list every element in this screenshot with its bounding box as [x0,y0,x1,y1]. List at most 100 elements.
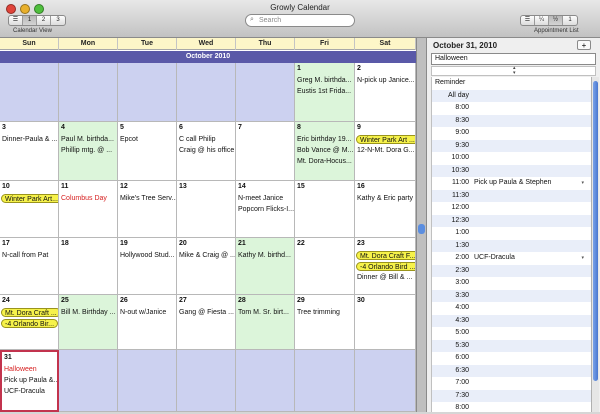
time-slot-row[interactable]: 5:30 [432,339,592,352]
time-slot-row[interactable]: 4:30 [432,314,592,327]
time-slot-row[interactable]: 8:30 [432,114,592,127]
day-cell-10[interactable]: 10 Winter Park Art... [0,181,59,238]
appointment-menu-arrow-icon[interactable]: ▾ [581,252,584,264]
day-cell-15[interactable]: 15 [295,181,355,238]
time-slot-row[interactable]: 1:00 [432,227,592,239]
calendar-event[interactable]: Hollywood Stud... [120,251,174,260]
day-cell-1[interactable]: 1 Greg M. birthda... Eustis 1st Frida... [295,63,355,122]
day-cell-8[interactable]: 8 Eric birthday 19... Bob Vance @ M... Mt. … [295,122,355,181]
multi-day-event[interactable]: Winter Park Art ... [356,135,415,144]
multi-day-event[interactable]: Winter Park Art... [1,194,58,203]
time-slot-row[interactable]: 11:30 [432,189,592,202]
day-cell-7[interactable]: 7 [236,122,295,181]
multi-day-event[interactable]: Mt. Dora Craft F... [356,251,415,260]
day-cell-2[interactable]: 2 N-pick up Janice... [355,63,416,122]
calendar-event[interactable]: Pick up Paula &... [4,376,57,385]
splitter-grip-icon[interactable] [418,224,425,234]
search-field[interactable]: ⌕ Search [245,14,355,27]
calendar-event[interactable]: N-pick up Janice... [357,76,415,85]
timeline-scroll-thumb[interactable] [593,81,598,381]
day-cell-31[interactable]: 31 Halloween Pick up Paula &... UCF-Dracula [0,350,59,412]
day-cell-30[interactable]: 30 [355,295,416,350]
calendar-event[interactable]: Eustis 1st Frida... [297,87,351,96]
detail-stepper-icon[interactable]: ▴ ▾ [513,66,516,76]
timeline-appointment[interactable]: UCF-Dracula [474,252,515,264]
time-slot-row[interactable]: 3:30 [432,289,592,302]
day-cell-4[interactable]: 4 Paul M. birthda... Phillip mtg. @ ... [59,122,118,181]
calendar-event[interactable]: Phillip mtg. @ ... [61,146,112,155]
time-slot-row[interactable]: 12:30 [432,214,592,227]
calendar-event[interactable]: Bob Vance @ M... [297,146,353,155]
calendar-event[interactable]: Bill M. Birthday ... [61,308,115,317]
time-slot-row[interactable]: 2:00 UCF-Dracula ▾ [432,252,592,264]
time-slot-row[interactable]: 10:00 [432,152,592,164]
calendar-event[interactable]: Kathy M. birthd... [238,251,291,260]
day-cell-9[interactable]: 9 Winter Park Art ... 12-N-Mt. Dora G... [355,122,416,181]
day-cell-27[interactable]: 27 Gang @ Fiesta ... [177,295,236,350]
time-slot-row[interactable]: Reminder [432,77,592,89]
time-slot-row[interactable]: 10:30 [432,164,592,177]
multi-day-event[interactable]: -4 Orlando Bir... [1,319,58,328]
calendar-event[interactable]: Tree trimming [297,308,340,317]
time-slot-row[interactable]: 6:00 [432,352,592,364]
time-slot-row[interactable]: 11:00 Pick up Paula & Stephen ▾ [432,177,592,189]
day-cell-19[interactable]: 19 Hollywood Stud... [118,238,177,295]
day-cell-26[interactable]: 26 N-out w/Janice [118,295,177,350]
time-slot-row[interactable]: 1:30 [432,239,592,252]
time-slot-row[interactable]: 7:30 [432,389,592,402]
appt-half-segment[interactable]: ½ [549,16,563,25]
calendar-event[interactable]: 12-N-Mt. Dora G... [357,146,415,155]
calendar-event[interactable]: C call Philip [179,135,216,144]
one-month-view-segment[interactable]: 1 [23,16,37,25]
calendar-event[interactable]: N-out w/Janice [120,308,166,317]
day-cell-28[interactable]: 28 Tom M. Sr. birt... [236,295,295,350]
time-slot-row[interactable]: 2:30 [432,264,592,277]
time-slot-row[interactable]: 8:00 [432,402,592,414]
day-cell-11[interactable]: 11 Columbus Day [59,181,118,238]
appt-full-segment[interactable]: 1 [563,16,577,25]
calendar-event[interactable]: Eric birthday 19... [297,135,351,144]
time-slot-row[interactable]: 8:00 [432,102,592,114]
three-month-view-segment[interactable]: 3 [51,16,65,25]
appt-list-segment[interactable]: ☰ [521,16,535,25]
day-cell-6[interactable]: 6 C call Philip Craig @ his office [177,122,236,181]
calendar-event[interactable]: Tom M. Sr. birt... [238,308,289,317]
calendar-event[interactable]: Halloween [4,365,37,374]
time-slot-row[interactable]: 3:00 [432,277,592,289]
time-slot-row[interactable]: 5:00 [432,327,592,339]
day-cell-21[interactable]: 21 Kathy M. birthd... [236,238,295,295]
calendar-event[interactable]: UCF-Dracula [4,387,45,396]
day-cell-13[interactable]: 13 [177,181,236,238]
calendar-event[interactable]: N-call from Pat [2,251,48,260]
day-cell-12[interactable]: 12 Mike's Tree Serv... [118,181,177,238]
time-slot-row[interactable]: 6:30 [432,364,592,377]
calendar-event[interactable]: Columbus Day [61,194,107,203]
calendar-event[interactable]: Craig @ his office [179,146,234,155]
multi-day-event[interactable]: Mt. Dora Craft ... [1,308,58,317]
multi-day-event[interactable]: -4 Orlando Bird ... [356,262,415,271]
calendar-event[interactable]: Epcot [120,135,138,144]
time-slot-row[interactable]: 9:00 [432,127,592,139]
day-cell-24[interactable]: 24 Mt. Dora Craft ... -4 Orlando Bir... [0,295,59,350]
time-slot-row[interactable]: 7:00 [432,377,592,389]
calendar-event[interactable]: Gang @ Fiesta ... [179,308,234,317]
time-slot-row[interactable]: 12:00 [432,202,592,214]
list-view-segment[interactable]: ☰ [9,16,23,25]
day-cell-29[interactable]: 29 Tree trimming [295,295,355,350]
add-appointment-button[interactable]: + [577,40,591,50]
calendar-event[interactable]: Mike & Craig @ ... [179,251,235,260]
calendar-event[interactable]: Dinner @ Bill & ... [357,273,412,282]
day-cell-5[interactable]: 5 Epcot [118,122,177,181]
time-slot-row[interactable]: All day [432,89,592,102]
day-cell-23[interactable]: 23 Mt. Dora Craft F... -4 Orlando Bird ...… [355,238,416,295]
day-cell-22[interactable]: 22 [295,238,355,295]
time-slot-row[interactable]: 4:00 [432,302,592,314]
day-cell-3[interactable]: 3 Dinner-Paula & ... [0,122,59,181]
calendar-event[interactable]: Kathy & Eric party [357,194,413,203]
time-slot-row[interactable]: 9:30 [432,139,592,152]
calendar-event[interactable]: Dinner-Paula & ... [2,135,57,144]
appointment-title-field[interactable]: Halloween [431,53,596,65]
day-cell-14[interactable]: 14 N-meet Janice Popcorn Flicks-I... [236,181,295,238]
day-cell-25[interactable]: 25 Bill M. Birthday ... [59,295,118,350]
timeline-appointment[interactable]: Pick up Paula & Stephen [474,177,551,189]
